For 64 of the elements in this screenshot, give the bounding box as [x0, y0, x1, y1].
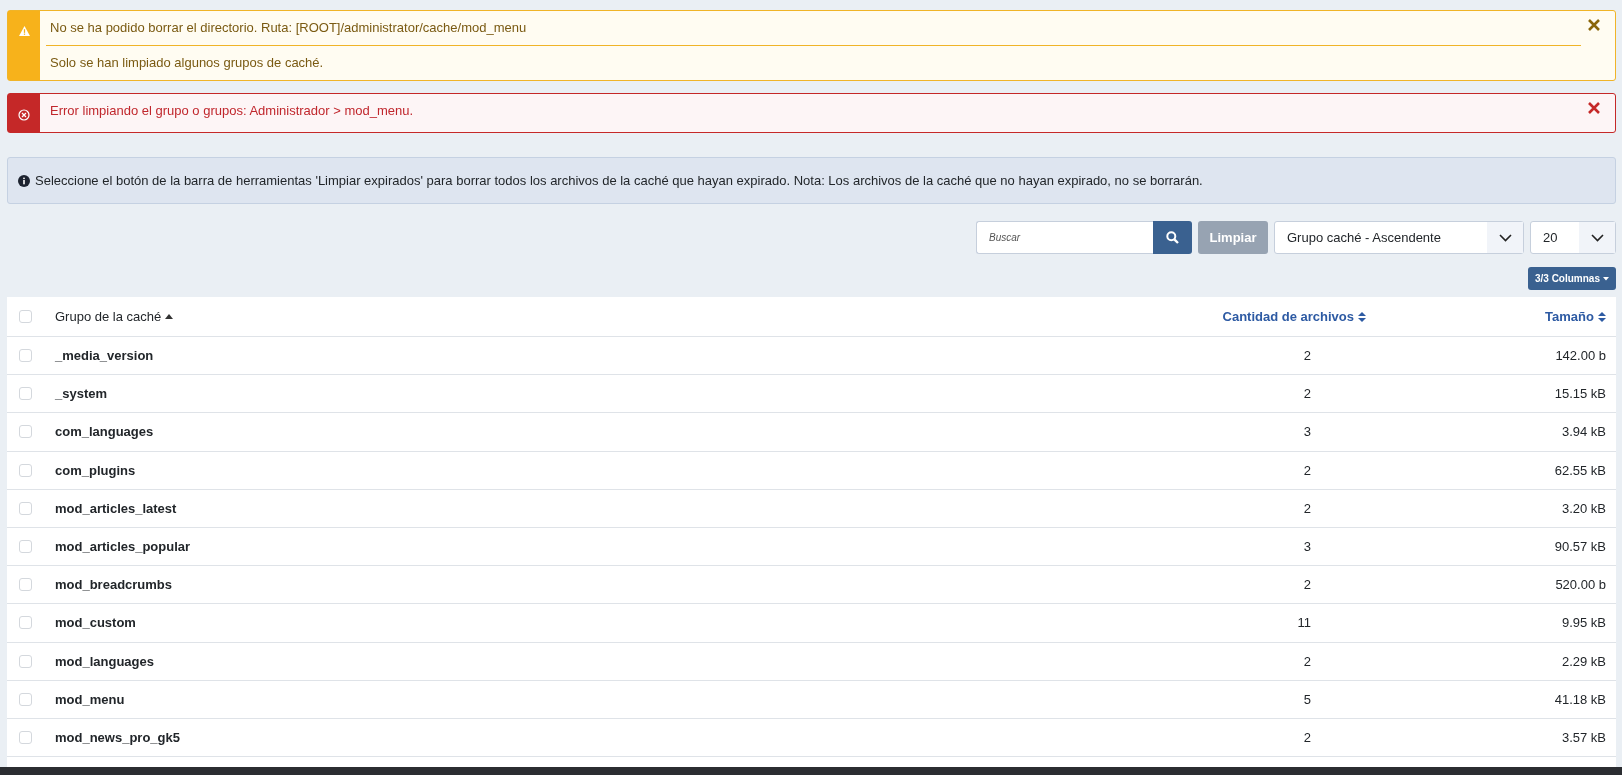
- table-cell-text: 62.55 kB: [1553, 462, 1607, 478]
- table-cell-text: _media_version: [55, 348, 155, 364]
- column-header[interactable]: Cantidad de archivos: [1222, 309, 1366, 324]
- table-cell-text: com_languages: [55, 424, 155, 440]
- table-cell-text: 3.20 kB: [1560, 500, 1607, 516]
- row-checkbox[interactable]: [19, 692, 32, 706]
- row-checkbox[interactable]: [19, 616, 32, 630]
- table-cell-text: 9.95 kB: [1560, 615, 1607, 631]
- search-button[interactable]: [1153, 221, 1192, 254]
- alert-message: Error limpiando el grupo o grupos: Administrador > mod_menu.: [49, 102, 415, 120]
- warning-icon: [18, 26, 30, 36]
- row-checkbox[interactable]: [19, 501, 32, 515]
- table-cell-text: 5: [1302, 691, 1312, 707]
- error-circle-icon: [18, 109, 30, 121]
- table-cell-text: mod_custom: [55, 615, 137, 631]
- table-cell-text: mod_breadcrumbs: [55, 577, 174, 593]
- alert-message: Solo se han limpiado algunos grupos de caché.: [46, 45, 1581, 80]
- row-checkbox[interactable]: [19, 578, 32, 592]
- ordering-select[interactable]: Grupo caché - Ascendente: [1274, 221, 1524, 254]
- table-cell-text: 3.94 kB: [1560, 424, 1607, 440]
- table-cell-text: 2: [1302, 500, 1312, 516]
- search-field[interactable]: Buscar: [976, 221, 1153, 254]
- info-icon: [18, 174, 30, 187]
- table-cell-text: 2: [1302, 386, 1312, 402]
- columns-button[interactable]: 3/3 Columnas: [1527, 267, 1616, 290]
- table-cell-text: mod_articles_latest: [55, 500, 178, 516]
- row-checkbox[interactable]: [19, 463, 32, 477]
- limit-select[interactable]: 20: [1530, 221, 1616, 254]
- alert-message: No se ha podido borrar el directorio. Ruta: [ROOT]/administrator/cache/mod_menu: [49, 19, 528, 37]
- table-cell-text: 2: [1302, 348, 1312, 364]
- table-cell-text: mod_menu: [55, 691, 126, 707]
- row-checkbox[interactable]: [19, 425, 32, 439]
- table-cell-text: 3: [1302, 424, 1312, 440]
- table-cell-text: 3.57 kB: [1560, 729, 1607, 745]
- table-cell-text: com_plugins: [55, 462, 137, 478]
- table-cell-text: mod_languages: [55, 653, 155, 669]
- table-cell-text: 2: [1302, 653, 1312, 669]
- row-checkbox[interactable]: [19, 349, 32, 363]
- search-icon: [1166, 231, 1179, 244]
- table-cell-text: 2.29 kB: [1560, 653, 1607, 669]
- table-cell-text: 3: [1302, 539, 1312, 555]
- table-cell-text: 11: [1296, 615, 1312, 631]
- row-checkbox[interactable]: [19, 540, 32, 554]
- row-checkbox[interactable]: [19, 387, 32, 401]
- table-cell-text: 142.00 b: [1554, 348, 1607, 364]
- row-checkbox[interactable]: [19, 730, 32, 744]
- table-cell-text: 2: [1302, 729, 1312, 745]
- select-all-checkbox[interactable]: [19, 310, 32, 323]
- chevron-down-icon: [1590, 233, 1604, 242]
- table-cell-text: 15.15 kB: [1553, 386, 1607, 402]
- row-checkbox[interactable]: [19, 654, 32, 668]
- table-cell-text: mod_news_pro_gk5: [55, 729, 181, 745]
- table-cell-text: _system: [55, 386, 109, 402]
- caret-down-icon: [1603, 276, 1609, 281]
- table-cell-text: 90.57 kB: [1553, 539, 1607, 555]
- column-header[interactable]: Grupo de la caché: [55, 309, 174, 324]
- table-cell-text: 2: [1302, 462, 1312, 478]
- table-cell-text: 41.18 kB: [1553, 691, 1607, 707]
- column-header[interactable]: Tamaño: [1545, 309, 1606, 324]
- table-cell-text: 520.00 b: [1554, 577, 1607, 593]
- info-message: Seleccione el botón de la barra de herramientas 'Limpiar expirados' para borrar todos los archivos de la caché que hayan expirado. Nota: Los archivos de la caché que no hayan expirado, no se borrarán.: [7, 157, 1616, 204]
- table-cell-text: mod_articles_popular: [55, 539, 192, 555]
- chevron-down-icon: [1498, 233, 1512, 242]
- table-cell-text: 2: [1302, 577, 1312, 593]
